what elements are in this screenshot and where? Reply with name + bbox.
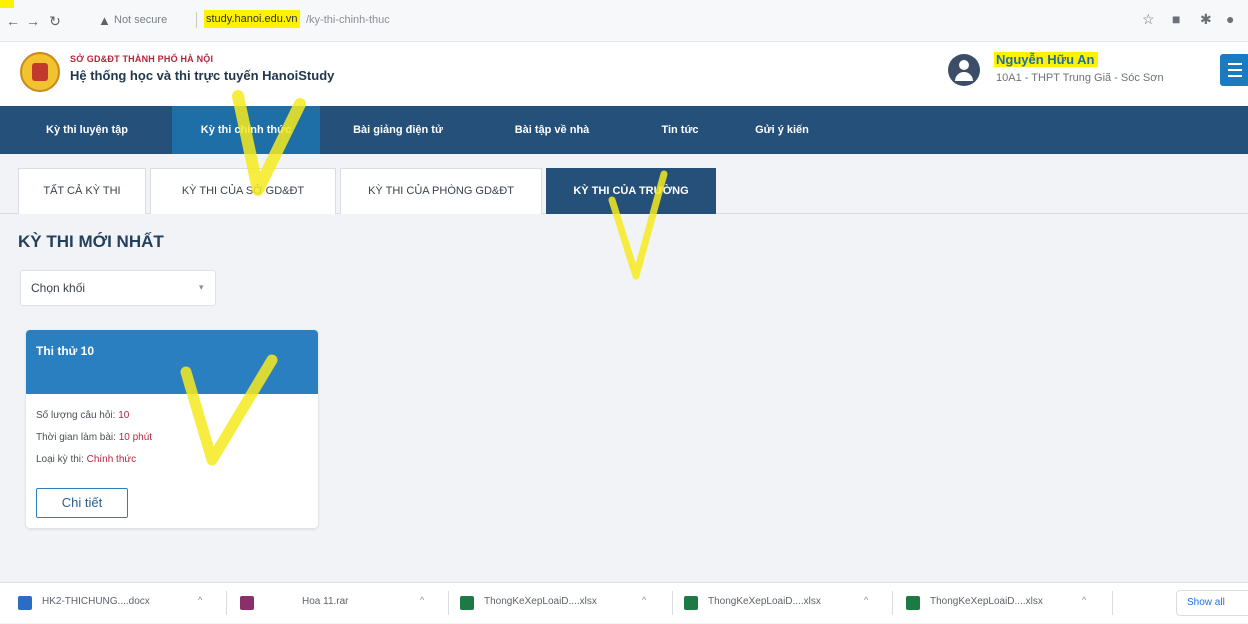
exam-type-label: Loại kỳ thi:: [36, 454, 84, 465]
browser-toolbar: ← → ↻ ▲ Not secure study.hanoi.edu.vn /k…: [0, 0, 1248, 42]
back-icon[interactable]: ←: [4, 12, 22, 30]
download-filename: Hoa 11.rar: [302, 596, 349, 607]
show-all-button[interactable]: Show all: [1176, 590, 1248, 616]
url-host: study.hanoi.edu.vn: [204, 10, 300, 28]
tab-school-exams[interactable]: KỲ THI CỦA TRƯỜNG: [546, 168, 716, 214]
exam-card: Thi thử 10 Số lượng câu hỏi: 10 Thời gia…: [26, 330, 318, 528]
question-count-label: Số lượng câu hỏi:: [36, 410, 116, 421]
highlight-mark: [0, 0, 14, 8]
grade-select[interactable]: Chọn khối ▾: [20, 270, 216, 306]
download-divider: [448, 591, 449, 615]
puzzle-icon[interactable]: ✱: [1200, 11, 1212, 28]
user-class: 10A1 - THPT Trung Giã - Sóc Sơn: [996, 72, 1164, 84]
duration-value: 10 phút: [118, 432, 153, 443]
download-filename: HK2-THICHUNG....docx: [42, 596, 150, 607]
download-item[interactable]: ThongKeXepLoaiD....xlsx ^: [906, 583, 1102, 624]
download-filename: ThongKeXepLoaiD....xlsx: [484, 596, 597, 607]
tab-all-exams[interactable]: TẤT CẢ KỲ THI: [18, 168, 146, 214]
download-item[interactable]: Hoa 11.rar ^: [240, 583, 440, 624]
nav-e-lecture[interactable]: Bài giảng điện tử: [334, 106, 462, 154]
chevron-up-icon[interactable]: ^: [198, 595, 202, 605]
site-header: SỞ GD&ĐT THÀNH PHỐ HÀ NỘI Hệ thống học v…: [0, 42, 1248, 106]
chevron-up-icon[interactable]: ^: [420, 595, 424, 605]
question-count-row: Số lượng câu hỏi: 10: [36, 410, 129, 421]
exam-type-value: Chính thức: [86, 454, 137, 465]
exam-card-header: Thi thử 10: [26, 330, 318, 394]
chevron-down-icon: ▾: [199, 282, 204, 292]
user-name[interactable]: Nguyễn Hữu An: [994, 52, 1099, 67]
reload-icon[interactable]: ↻: [46, 12, 64, 30]
detail-button[interactable]: Chi tiết: [36, 488, 128, 518]
section-title: KỲ THI MỚI NHẤT: [18, 232, 164, 251]
address-divider: [196, 12, 197, 28]
download-divider: [892, 591, 893, 615]
logo-icon[interactable]: [20, 52, 60, 92]
chevron-up-icon[interactable]: ^: [642, 595, 646, 605]
exam-title: Thi thử 10: [36, 344, 95, 358]
excel-file-icon: [460, 596, 474, 610]
download-filename: ThongKeXepLoaiD....xlsx: [930, 596, 1043, 607]
download-filename: ThongKeXepLoaiD....xlsx: [708, 596, 821, 607]
chevron-up-icon[interactable]: ^: [864, 595, 868, 605]
download-item[interactable]: ThongKeXepLoaiD....xlsx ^: [684, 583, 884, 624]
user-avatar-icon[interactable]: [948, 54, 980, 86]
extension-icon[interactable]: ■: [1172, 11, 1180, 27]
download-item[interactable]: ThongKeXepLoaiD....xlsx ^: [460, 583, 670, 624]
warning-icon: ▲: [98, 13, 111, 28]
download-divider: [1112, 591, 1113, 615]
main-nav: Kỳ thi luyện tập Kỳ thi chính thức Bài g…: [0, 106, 1248, 154]
url-path: /ky-thi-chinh-thuc: [306, 14, 390, 26]
nav-homework[interactable]: Bài tập về nhà: [488, 106, 616, 154]
hamburger-menu-icon[interactable]: [1220, 54, 1248, 86]
system-title: Hệ thống học và thi trực tuyến HanoiStud…: [70, 68, 335, 83]
forward-icon[interactable]: →: [24, 12, 42, 30]
nav-news[interactable]: Tin tức: [640, 106, 720, 154]
excel-file-icon: [684, 596, 698, 610]
nav-feedback[interactable]: Gửi ý kiến: [736, 106, 828, 154]
nav-official-exam[interactable]: Kỳ thi chính thức: [172, 106, 320, 154]
tab-department-exams[interactable]: KỲ THI CỦA SỞ GD&ĐT: [150, 168, 336, 214]
word-file-icon: [18, 596, 32, 610]
nav-practice-exam[interactable]: Kỳ thi luyện tập: [14, 106, 160, 154]
address-bar[interactable]: ▲ Not secure study.hanoi.edu.vn /ky-thi-…: [92, 8, 1092, 34]
question-count-value: 10: [118, 410, 130, 421]
download-divider: [672, 591, 673, 615]
exam-type-row: Loại kỳ thi: Chính thức: [36, 454, 136, 465]
download-item[interactable]: HK2-THICHUNG....docx ^: [18, 583, 218, 624]
chevron-up-icon[interactable]: ^: [1082, 595, 1086, 605]
not-secure-label: Not secure: [114, 14, 168, 26]
download-bar: HK2-THICHUNG....docx ^ Hoa 11.rar ^ Thon…: [0, 582, 1248, 623]
exam-tabs: TẤT CẢ KỲ THI KỲ THI CỦA SỞ GD&ĐT KỲ THI…: [0, 154, 1248, 214]
tab-district-exams[interactable]: KỲ THI CỦA PHÒNG GD&ĐT: [340, 168, 542, 214]
download-divider: [226, 591, 227, 615]
archive-file-icon: [240, 596, 254, 610]
org-name: SỞ GD&ĐT THÀNH PHỐ HÀ NỘI: [70, 54, 214, 64]
duration-row: Thời gian làm bài: 10 phút: [36, 432, 152, 443]
profile-icon[interactable]: ●: [1226, 11, 1234, 27]
duration-label: Thời gian làm bài:: [36, 432, 116, 443]
grade-select-value: Chọn khối: [31, 281, 86, 295]
star-icon[interactable]: ☆: [1142, 11, 1155, 28]
excel-file-icon: [906, 596, 920, 610]
